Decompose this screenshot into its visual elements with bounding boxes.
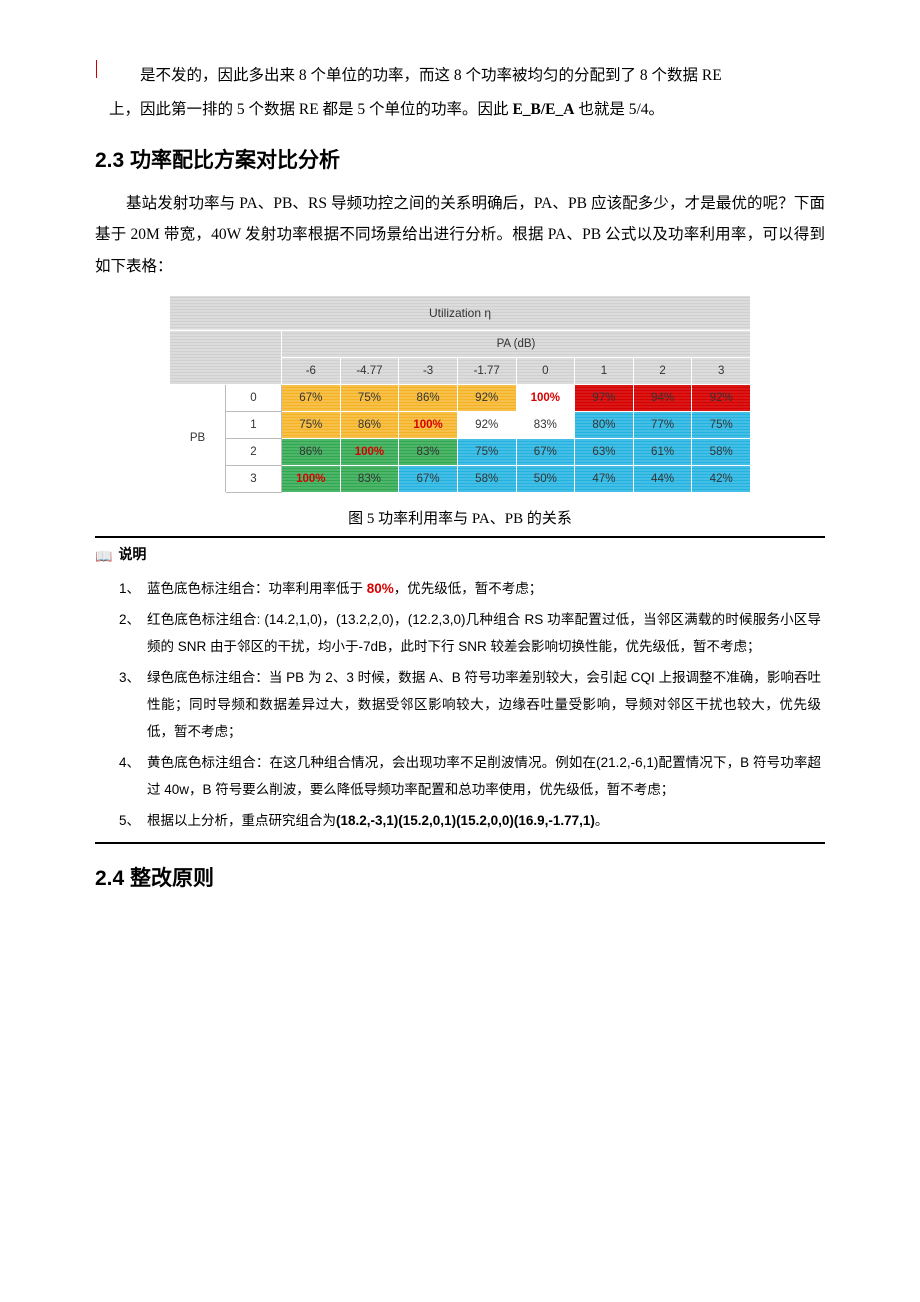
row-h-3: 3 xyxy=(226,465,282,492)
col-h-0: -6 xyxy=(282,357,341,384)
col-h-3: -1.77 xyxy=(457,357,516,384)
cell-3-5: 47% xyxy=(575,465,634,492)
intro-bold: E_B/E_A xyxy=(512,101,574,118)
table-row: PB067%75%86%92%100%97%94%92% xyxy=(170,384,751,411)
cell-0-6: 94% xyxy=(633,384,692,411)
row-h-0: 0 xyxy=(226,384,282,411)
cell-2-7: 58% xyxy=(692,438,751,465)
cell-0-5: 97% xyxy=(575,384,634,411)
cell-2-4: 67% xyxy=(516,438,575,465)
col-h-5: 1 xyxy=(575,357,634,384)
cell-2-2: 83% xyxy=(399,438,458,465)
text-cursor xyxy=(96,60,97,78)
note-item-1: 蓝色底色标注组合：功率利用率低于 80%，优先级低，暂不考虑； xyxy=(119,575,821,602)
utilization-table-wrap: Utilization η PA (dB) -6 -4.77 -3 -1.77 … xyxy=(169,295,751,493)
heading-2-4: 2.4 整改原则 xyxy=(95,862,825,892)
cell-0-3: 92% xyxy=(457,384,516,411)
note1-red: 80% xyxy=(367,581,394,596)
note-item-2: 红色底色标注组合: (14.2,1,0)，(13.2,2,0)，(12.2,3,… xyxy=(119,606,821,660)
note-item-4: 黄色底色标注组合：在这几种组合情况，会出现功率不足削波情况。例如在(21.2,-… xyxy=(119,749,821,803)
note-item-3: 绿色底色标注组合：当 PB 为 2、3 时候，数据 A、B 符号功率差别较大，会… xyxy=(119,664,821,745)
cell-2-0: 86% xyxy=(282,438,341,465)
intro-paragraph-2: 上，因此第一排的 5 个数据 RE 都是 5 个单位的功率。因此 E_B/E_A… xyxy=(95,94,825,126)
cell-3-0: 100% xyxy=(282,465,341,492)
table-title: Utilization η xyxy=(170,295,751,330)
table-col-title: PA (dB) xyxy=(282,330,751,357)
intro-line2b: 也就是 5/4。 xyxy=(574,101,664,118)
intro-line2a: 上，因此第一排的 5 个数据 RE 都是 5 个单位的功率。因此 xyxy=(109,101,512,118)
cell-2-6: 61% xyxy=(633,438,692,465)
cell-0-4: 100% xyxy=(516,384,575,411)
row-h-2: 2 xyxy=(226,438,282,465)
note-title: 说明 xyxy=(118,546,146,562)
cell-0-2: 86% xyxy=(399,384,458,411)
cell-2-1: 100% xyxy=(340,438,399,465)
note1-b: ，优先级低，暂不考虑； xyxy=(394,581,543,596)
intro-line1: 是不发的，因此多出来 8 个单位的功率，而这 8 个功率被均匀的分配到了 8 个… xyxy=(140,67,722,84)
document-page: 是不发的，因此多出来 8 个单位的功率，而这 8 个功率被均匀的分配到了 8 个… xyxy=(0,0,920,1302)
table-row: 286%100%83%75%67%63%61%58% xyxy=(170,438,751,465)
cell-1-1: 86% xyxy=(340,411,399,438)
cell-3-7: 42% xyxy=(692,465,751,492)
note-item-5: 根据以上分析，重点研究组合为(18.2,-3,1)(15.2,0,1)(15.2… xyxy=(119,807,821,834)
cell-1-3: 92% xyxy=(457,411,516,438)
separator-bottom xyxy=(95,842,825,844)
utilization-table: Utilization η PA (dB) -6 -4.77 -3 -1.77 … xyxy=(169,295,751,493)
cell-1-0: 75% xyxy=(282,411,341,438)
sec23-paragraph: 基站发射功率与 PA、PB、RS 导频功控之间的关系明确后，PA、PB 应该配多… xyxy=(95,188,825,283)
cell-3-1: 83% xyxy=(340,465,399,492)
intro-paragraph: 是不发的，因此多出来 8 个单位的功率，而这 8 个功率被均匀的分配到了 8 个… xyxy=(95,60,825,92)
cell-3-2: 67% xyxy=(399,465,458,492)
cell-0-7: 92% xyxy=(692,384,751,411)
note5-b: 。 xyxy=(595,813,609,828)
cell-1-5: 80% xyxy=(575,411,634,438)
cell-0-1: 75% xyxy=(340,384,399,411)
heading-2-3: 2.3 功率配比方案对比分析 xyxy=(95,144,825,174)
col-h-6: 2 xyxy=(633,357,692,384)
row-h-1: 1 xyxy=(226,411,282,438)
table-corner xyxy=(170,330,282,384)
col-h-4: 0 xyxy=(516,357,575,384)
table-row: 175%86%100%92%83%80%77%75% xyxy=(170,411,751,438)
cell-2-5: 63% xyxy=(575,438,634,465)
separator-top xyxy=(95,536,825,538)
cell-2-3: 75% xyxy=(457,438,516,465)
cell-1-2: 100% xyxy=(399,411,458,438)
cell-1-4: 83% xyxy=(516,411,575,438)
figure-caption: 图 5 功率利用率与 PA、PB 的关系 xyxy=(95,507,825,528)
note1-a: 蓝色底色标注组合：功率利用率低于 xyxy=(147,581,367,596)
table-row: 3100%83%67%58%50%47%44%42% xyxy=(170,465,751,492)
book-icon: 📖 xyxy=(95,548,112,565)
col-h-2: -3 xyxy=(399,357,458,384)
note5-a: 根据以上分析，重点研究组合为 xyxy=(147,813,336,828)
cell-3-3: 58% xyxy=(457,465,516,492)
cell-3-6: 44% xyxy=(633,465,692,492)
table-row-title: PB xyxy=(170,384,226,492)
note5-bold: (18.2,-3,1)(15.2,0,1)(15.2,0,0)(16.9,-1.… xyxy=(336,813,595,828)
cell-0-0: 67% xyxy=(282,384,341,411)
cell-1-6: 77% xyxy=(633,411,692,438)
note-heading: 📖 说明 xyxy=(95,544,825,565)
cell-1-7: 75% xyxy=(692,411,751,438)
notes-list: 蓝色底色标注组合：功率利用率低于 80%，优先级低，暂不考虑； 红色底色标注组合… xyxy=(95,575,825,834)
cell-3-4: 50% xyxy=(516,465,575,492)
col-h-7: 3 xyxy=(692,357,751,384)
col-h-1: -4.77 xyxy=(340,357,399,384)
